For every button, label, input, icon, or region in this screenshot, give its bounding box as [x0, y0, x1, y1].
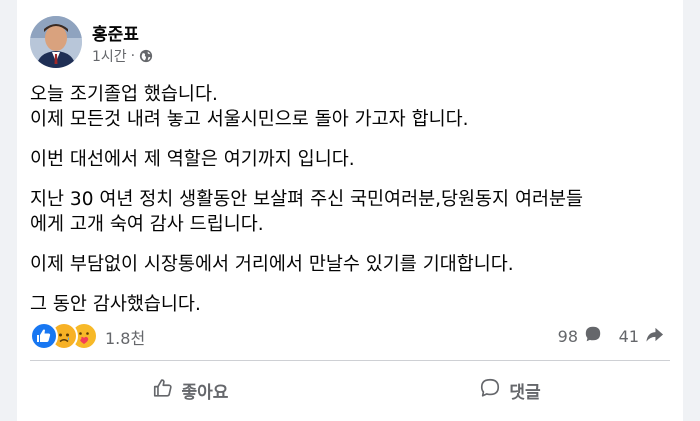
post-meta: 1시간 ·	[92, 46, 153, 66]
like-reaction-icon	[30, 322, 58, 350]
post-line: 에게 고개 숙여 감사 드립니다.	[30, 214, 264, 235]
post-paragraph: 이제 부담없이 시장통에서 거리에서 만날수 있기를 기대합니다.	[30, 252, 670, 277]
comment-stat[interactable]: 98	[558, 325, 602, 347]
post-time[interactable]: 1시간	[92, 46, 127, 66]
post-line: 오늘 조기졸업 했습니다.	[30, 84, 218, 105]
post-body: 오늘 조기졸업 했습니다. 이제 모든것 내려 놓고 서울시민으로 돌아 가고자…	[30, 82, 670, 332]
comment-icon	[479, 377, 501, 404]
post-line: 이번 대선에서 제 역할은 여기까지 입니다.	[30, 149, 355, 170]
post-paragraph: 오늘 조기졸업 했습니다. 이제 모든것 내려 놓고 서울시민으로 돌아 가고자…	[30, 82, 670, 132]
author-name[interactable]: 홍준표	[92, 20, 139, 45]
comment-label: 댓글	[509, 382, 541, 403]
post-line: 그 동안 감사했습니다.	[30, 294, 201, 315]
post-actions: 좋아요 댓글	[30, 368, 670, 412]
reaction-bar: 1.8천 98 41	[30, 320, 670, 350]
post-header: 홍준표 1시간 ·	[30, 16, 630, 72]
thumbs-up-icon	[152, 377, 174, 404]
comment-count: 98	[557, 326, 578, 346]
post-card: 홍준표 1시간 · 오늘 조기졸업 했습니다. 이제 모든것 내려 놓고 서울시…	[17, 0, 683, 421]
post-line: 이제 모든것 내려 놓고 서울시민으로 돌아 가고자 합니다.	[30, 109, 469, 130]
share-count: 41	[618, 327, 639, 346]
like-button[interactable]: 좋아요	[30, 368, 350, 412]
comment-bubble-icon	[584, 325, 602, 347]
post-paragraph: 지난 30 여년 정치 생활동안 보살펴 주신 국민여러분,당원동지 여러분들 …	[30, 187, 670, 237]
post-paragraph: 이번 대선에서 제 역할은 여기까지 입니다.	[30, 147, 670, 172]
comment-button[interactable]: 댓글	[350, 368, 670, 412]
reaction-count[interactable]: 1.8천	[105, 325, 145, 349]
globe-icon[interactable]	[139, 49, 153, 63]
meta-separator: ·	[130, 48, 136, 64]
reaction-icons[interactable]	[30, 322, 98, 350]
post-line: 이제 부담없이 시장통에서 거리에서 만날수 있기를 기대합니다.	[30, 254, 514, 275]
author-avatar[interactable]	[30, 16, 82, 68]
share-arrow-icon	[645, 325, 664, 348]
post-line: 지난 30 여년 정치 생활동안 보살펴 주신 국민여러분,당원동지 여러분들	[30, 189, 584, 210]
post-paragraph: 그 동안 감사했습니다.	[30, 292, 670, 317]
like-label: 좋아요	[181, 382, 229, 403]
share-stat[interactable]: 41	[619, 325, 664, 348]
actions-divider	[30, 360, 670, 361]
